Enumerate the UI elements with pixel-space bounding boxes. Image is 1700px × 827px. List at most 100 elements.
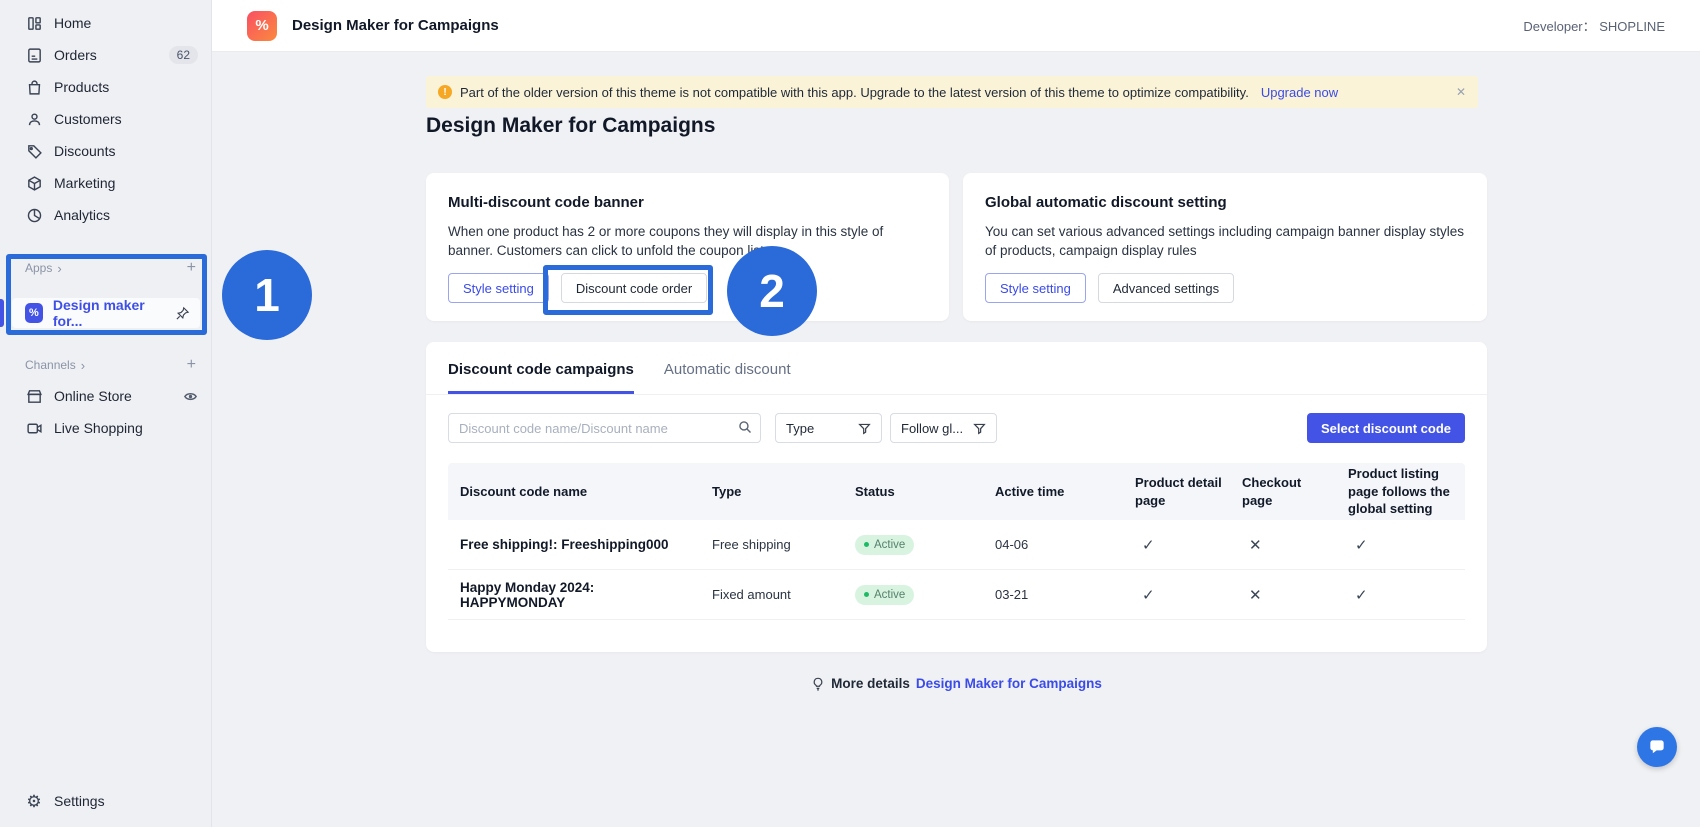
chat-icon xyxy=(1647,737,1667,757)
row-status: Active xyxy=(843,535,983,555)
more-details-footer: More details Design Maker for Campaigns xyxy=(426,676,1487,691)
sidebar-item-label: Online Store xyxy=(54,388,132,404)
sidebar-item-label: Live Shopping xyxy=(54,420,143,436)
cross-icon: ✕ xyxy=(1230,586,1336,604)
card-description: You can set various advanced settings in… xyxy=(985,222,1465,260)
sidebar-item-design-maker[interactable]: % Design maker for... xyxy=(12,298,200,328)
customers-icon xyxy=(25,110,43,128)
filter-label: Type xyxy=(786,421,814,436)
upgrade-now-link[interactable]: Upgrade now xyxy=(1261,85,1338,100)
cross-icon: ✕ xyxy=(1230,536,1336,554)
tab-discount-code-campaigns[interactable]: Discount code campaigns xyxy=(448,361,634,394)
check-icon: ✓ xyxy=(1336,586,1465,604)
sidebar-item-marketing[interactable]: Marketing xyxy=(0,167,212,199)
app-logo-percent-icon: % xyxy=(247,11,277,41)
card-title: Global automatic discount setting xyxy=(985,194,1465,211)
discounts-icon xyxy=(25,142,43,160)
col-status: Status xyxy=(843,484,983,499)
row-name: Free shipping!: Freeshipping000 xyxy=(448,537,700,552)
pin-icon[interactable] xyxy=(175,306,190,321)
sidebar-item-label: Analytics xyxy=(54,207,110,223)
apps-section-label: Apps xyxy=(25,261,52,275)
chat-widget-button[interactable] xyxy=(1637,727,1677,767)
status-dot-icon xyxy=(864,592,869,597)
lightbulb-icon xyxy=(811,677,825,691)
sidebar-item-orders[interactable]: Orders 62 xyxy=(0,39,212,71)
search-input[interactable] xyxy=(448,413,761,443)
check-icon: ✓ xyxy=(1123,536,1230,554)
close-icon[interactable]: ✕ xyxy=(1456,85,1466,99)
filter-row: Type Follow gl... Select discount code xyxy=(448,413,1465,443)
page-title: Design Maker for Campaigns xyxy=(426,114,715,138)
eye-icon[interactable] xyxy=(183,389,198,404)
row-type: Fixed amount xyxy=(700,587,843,602)
advanced-settings-button[interactable]: Advanced settings xyxy=(1098,273,1234,303)
sidebar-item-customers[interactable]: Customers xyxy=(0,103,212,135)
products-icon xyxy=(25,78,43,96)
campaigns-tabs: Discount code campaigns Automatic discou… xyxy=(426,342,1487,395)
marketing-icon xyxy=(25,174,43,192)
sidebar-item-label: Customers xyxy=(54,111,122,127)
sidebar-item-label: Discounts xyxy=(54,143,115,159)
status-dot-icon xyxy=(864,542,869,547)
home-icon xyxy=(25,14,43,32)
filter-label: Follow gl... xyxy=(901,421,963,436)
sidebar-item-live-shopping[interactable]: Live Shopping xyxy=(0,412,212,444)
sidebar-section-channels[interactable]: Channels › + xyxy=(0,353,212,377)
sidebar-item-discounts[interactable]: Discounts xyxy=(0,135,212,167)
card-description: When one product has 2 or more coupons t… xyxy=(448,222,927,260)
col-checkout-page: Checkout page xyxy=(1230,474,1336,509)
type-filter-dropdown[interactable]: Type xyxy=(775,413,882,443)
channels-section-label: Channels xyxy=(25,358,76,372)
campaigns-table: Discount code name Type Status Active ti… xyxy=(448,463,1465,620)
design-maker-link[interactable]: Design Maker for Campaigns xyxy=(916,676,1102,691)
sidebar-item-analytics[interactable]: Analytics xyxy=(0,199,212,231)
row-active-time: 03-21 xyxy=(983,587,1123,602)
select-discount-code-button[interactable]: Select discount code xyxy=(1307,413,1465,443)
tab-automatic-discount[interactable]: Automatic discount xyxy=(664,361,791,394)
app-title: Design Maker for Campaigns xyxy=(292,17,499,34)
store-icon xyxy=(25,387,43,405)
sidebar-section-apps[interactable]: Apps › + xyxy=(0,256,212,280)
active-item-indicator xyxy=(0,299,4,327)
warning-icon: ! xyxy=(438,85,452,99)
orders-icon xyxy=(25,46,43,64)
search-box xyxy=(448,413,761,443)
sidebar-item-home[interactable]: Home xyxy=(0,7,212,39)
developer-label: Developer： SHOPLINE xyxy=(1523,16,1665,35)
sidebar: Home Orders 62 Products Customers Discou… xyxy=(0,0,212,827)
sidebar-item-label: Home xyxy=(54,15,91,31)
warning-text: Part of the older version of this theme … xyxy=(460,85,1249,100)
follow-global-filter-dropdown[interactable]: Follow gl... xyxy=(890,413,997,443)
sidebar-item-products[interactable]: Products xyxy=(0,71,212,103)
table-row[interactable]: Happy Monday 2024: HAPPYMONDAY Fixed amo… xyxy=(448,570,1465,620)
add-channel-icon[interactable]: + xyxy=(187,356,196,374)
percent-app-icon: % xyxy=(25,303,43,323)
top-header: % Design Maker for Campaigns Developer： … xyxy=(212,0,1700,52)
funnel-icon xyxy=(858,422,871,435)
sidebar-item-online-store[interactable]: Online Store xyxy=(0,380,212,412)
row-type: Free shipping xyxy=(700,537,843,552)
video-icon xyxy=(25,419,43,437)
sidebar-item-settings[interactable]: ⚙ Settings xyxy=(0,785,212,817)
row-name: Happy Monday 2024: HAPPYMONDAY xyxy=(448,580,700,610)
status-label: Active xyxy=(874,589,905,601)
status-badge: Active xyxy=(855,535,914,555)
global-auto-discount-card: Global automatic discount setting You ca… xyxy=(963,173,1487,321)
multi-discount-banner-card: Multi-discount code banner When one prod… xyxy=(426,173,949,321)
discount-code-order-button[interactable]: Discount code order xyxy=(561,273,707,303)
table-header-row: Discount code name Type Status Active ti… xyxy=(448,463,1465,520)
col-type: Type xyxy=(700,484,843,499)
col-listing-follows-global: Product listing page follows the global … xyxy=(1336,465,1465,518)
style-setting-button[interactable]: Style setting xyxy=(985,273,1086,303)
chevron-right-icon: › xyxy=(57,261,61,276)
analytics-icon xyxy=(25,206,43,224)
col-discount-code-name: Discount code name xyxy=(448,484,700,499)
table-row[interactable]: Free shipping!: Freeshipping000 Free shi… xyxy=(448,520,1465,570)
style-setting-button[interactable]: Style setting xyxy=(448,273,549,303)
more-details-text: More details xyxy=(831,676,910,691)
row-active-time: 04-06 xyxy=(983,537,1123,552)
check-icon: ✓ xyxy=(1336,536,1465,554)
add-app-icon[interactable]: + xyxy=(187,259,196,277)
sidebar-item-label: Marketing xyxy=(54,175,115,191)
